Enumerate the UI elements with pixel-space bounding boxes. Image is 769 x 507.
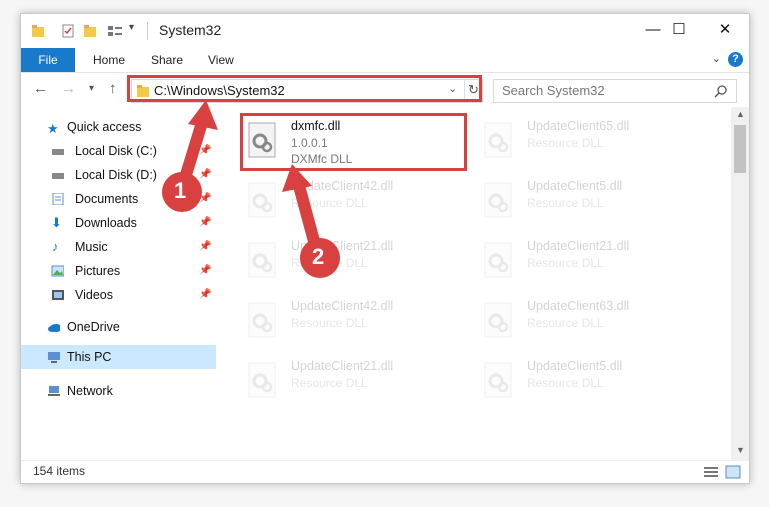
- arrow-step-1: [162, 100, 218, 212]
- step-2-label: 2: [312, 244, 325, 269]
- arrow-step-2: [282, 164, 340, 278]
- annotation-arrows: [162, 100, 340, 278]
- step-1-label: 1: [174, 178, 187, 203]
